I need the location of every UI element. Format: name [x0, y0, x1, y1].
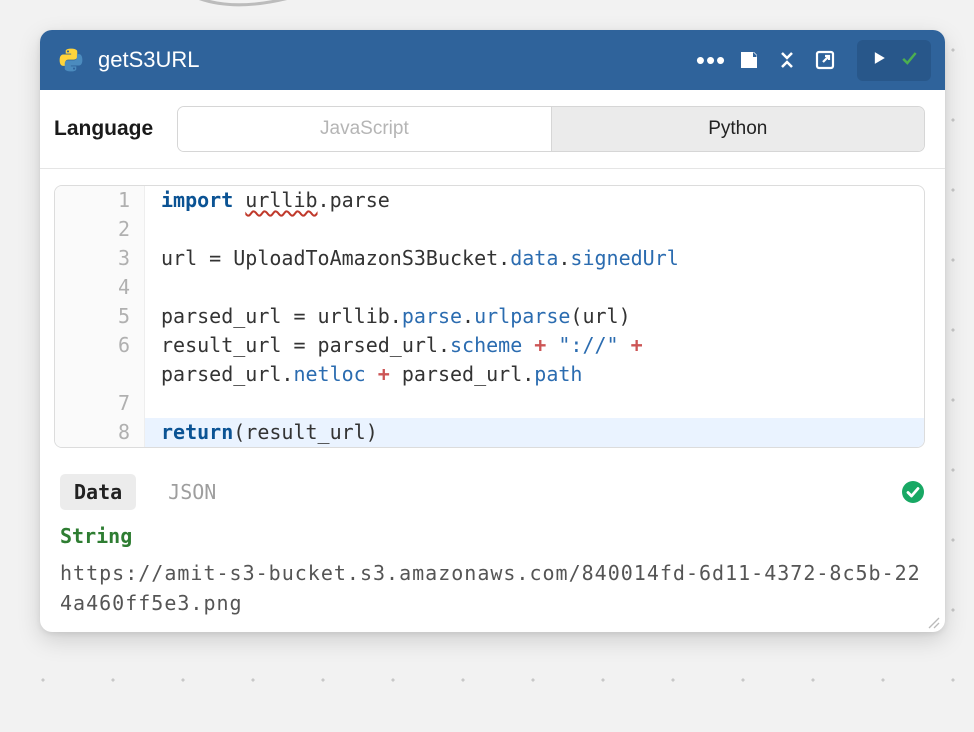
code-line[interactable]: 1import urllib.parse	[55, 186, 924, 215]
code-content: url = UploadToAmazonS3Bucket.data.signed…	[145, 244, 679, 273]
language-label: Language	[54, 117, 153, 141]
collapse-button[interactable]	[775, 48, 799, 72]
run-button[interactable]	[869, 48, 889, 73]
line-number: 6	[55, 331, 145, 360]
success-badge-icon	[901, 480, 925, 504]
code-line[interactable]: 2	[55, 215, 924, 244]
line-number: 8	[55, 418, 145, 447]
code-line[interactable]: 4	[55, 273, 924, 302]
code-line[interactable]: 8return(result_url)	[55, 418, 924, 447]
card-header: getS3URL •••	[40, 30, 945, 90]
code-line[interactable]: 6result_url = parsed_url.scheme + "://" …	[55, 331, 924, 360]
code-line[interactable]: 5parsed_url = urllib.parse.urlparse(url)	[55, 302, 924, 331]
python-icon	[58, 47, 84, 73]
code-content: result_url = parsed_url.scheme + "://" +	[145, 331, 643, 360]
external-link-icon	[813, 48, 837, 72]
code-content: parsed_url.netloc + parsed_url.path	[145, 360, 582, 389]
code-editor[interactable]: 1import urllib.parse23url = UploadToAmaz…	[54, 185, 925, 448]
line-number: 1	[55, 186, 145, 215]
resize-handle-icon[interactable]	[925, 614, 941, 630]
code-line[interactable]: 7	[55, 389, 924, 418]
output-panel: Data JSON String https://amit-s3-bucket.…	[40, 464, 945, 632]
code-content: import urllib.parse	[145, 186, 390, 215]
card-title: getS3URL	[98, 47, 685, 73]
code-content	[145, 273, 161, 302]
code-content	[145, 389, 161, 418]
line-number: 3	[55, 244, 145, 273]
code-line[interactable]: 3url = UploadToAmazonS3Bucket.data.signe…	[55, 244, 924, 273]
line-number	[55, 360, 145, 389]
more-menu-button[interactable]: •••	[699, 48, 723, 72]
code-node-card: getS3URL ••• Language JavaScript	[40, 30, 945, 632]
language-option-python[interactable]: Python	[551, 107, 924, 151]
note-button[interactable]	[737, 48, 761, 72]
line-number: 5	[55, 302, 145, 331]
open-external-button[interactable]	[813, 48, 837, 72]
output-tab-json[interactable]: JSON	[154, 474, 230, 510]
code-content	[145, 215, 161, 244]
output-value: https://amit-s3-bucket.s3.amazonaws.com/…	[60, 558, 925, 618]
output-type-label: String	[60, 524, 925, 548]
play-icon	[869, 48, 889, 68]
language-row: Language JavaScript Python	[40, 90, 945, 169]
code-line[interactable]: parsed_url.netloc + parsed_url.path	[55, 360, 924, 389]
line-number: 4	[55, 273, 145, 302]
language-option-javascript[interactable]: JavaScript	[178, 107, 550, 151]
code-editor-container: 1import urllib.parse23url = UploadToAmaz…	[40, 169, 945, 464]
line-number: 2	[55, 215, 145, 244]
collapse-icon	[775, 48, 799, 72]
code-content: parsed_url = urllib.parse.urlparse(url)	[145, 302, 631, 331]
check-icon	[899, 48, 919, 68]
output-tab-data[interactable]: Data	[60, 474, 136, 510]
code-content: return(result_url)	[145, 418, 378, 447]
run-success-indicator	[899, 48, 919, 73]
note-icon	[737, 48, 761, 72]
output-tabs: Data JSON	[60, 474, 925, 510]
language-toggle: JavaScript Python	[177, 106, 925, 152]
line-number: 7	[55, 389, 145, 418]
run-button-group	[857, 40, 931, 81]
